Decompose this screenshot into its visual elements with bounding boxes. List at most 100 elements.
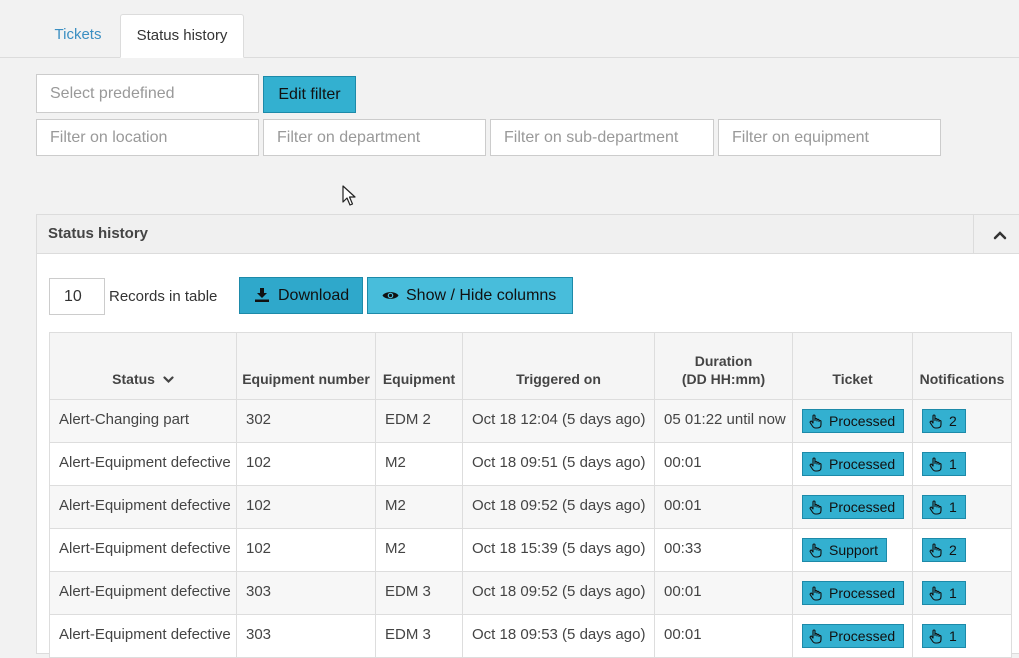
column-header-equipment[interactable]: Equipment	[375, 332, 463, 400]
table-row: Alert-Changing part 302 EDM 2 Oct 18 12:04 …	[49, 399, 1012, 443]
chevron-up-icon	[993, 231, 1007, 240]
show-hide-columns-label: Show / Hide columns	[406, 287, 557, 304]
ticket-button[interactable]: Processed	[802, 581, 905, 605]
cell-status: Alert-Equipment defective	[49, 528, 237, 572]
cell-notifications: 2	[912, 399, 1012, 443]
status-history-panel: Status history Records in table Download…	[36, 214, 1019, 658]
tab-tickets[interactable]: Tickets	[38, 14, 118, 57]
cell-triggered-on: Oct 18 09:53 (5 days ago)	[462, 614, 655, 658]
cell-duration: 00:01	[654, 614, 793, 658]
download-label: Download	[278, 287, 350, 304]
hand-pointer-icon	[809, 585, 822, 601]
ticket-button[interactable]: Processed	[802, 409, 905, 433]
cell-equipment-number: 302	[236, 399, 376, 443]
ticket-button[interactable]: Processed	[802, 495, 905, 519]
cell-equipment-number: 102	[236, 485, 376, 529]
table-header-row: Status Equipment number Equipment Trigge…	[49, 332, 1012, 400]
cell-duration: 00:01	[654, 485, 793, 529]
notifications-button[interactable]: 1	[922, 495, 966, 519]
ticket-label: Processed	[829, 628, 896, 644]
select-predefined-input[interactable]	[36, 74, 259, 113]
hand-pointer-icon	[809, 456, 822, 472]
cell-status: Alert-Equipment defective	[49, 442, 237, 486]
cell-triggered-on: Oct 18 09:52 (5 days ago)	[462, 485, 655, 529]
table-row: Alert-Equipment defective 102 M2 Oct 18 15:…	[49, 528, 1012, 572]
edit-filter-button[interactable]: Edit filter	[263, 76, 356, 113]
cell-duration: 05 01:22 until now	[654, 399, 793, 443]
cell-duration: 00:01	[654, 442, 793, 486]
hand-pointer-icon	[809, 413, 822, 429]
cell-ticket: Processed	[792, 442, 913, 486]
column-header-ticket[interactable]: Ticket	[792, 332, 913, 400]
cell-status: Alert-Equipment defective	[49, 571, 237, 615]
ticket-label: Processed	[829, 499, 896, 515]
ticket-label: Processed	[829, 413, 896, 429]
cell-ticket: Processed	[792, 485, 913, 529]
column-header-equipment-number[interactable]: Equipment number	[236, 332, 376, 400]
hand-pointer-icon	[929, 628, 942, 644]
notifications-button[interactable]: 2	[922, 409, 966, 433]
column-header-notifications[interactable]: Notifications	[912, 332, 1012, 400]
cell-duration: 00:33	[654, 528, 793, 572]
department-filter-input[interactable]	[263, 119, 486, 156]
equipment-filter-input[interactable]	[718, 119, 941, 156]
cell-triggered-on: Oct 18 09:52 (5 days ago)	[462, 571, 655, 615]
sort-chevron-down-icon	[163, 376, 174, 384]
cell-equipment: EDM 2	[375, 399, 463, 443]
download-button[interactable]: Download	[239, 277, 363, 314]
cell-equipment-number: 102	[236, 528, 376, 572]
tab-status-history[interactable]: Status history	[120, 14, 244, 58]
cell-duration: 00:01	[654, 571, 793, 615]
hand-pointer-icon	[929, 456, 942, 472]
cell-triggered-on: Oct 18 09:51 (5 days ago)	[462, 442, 655, 486]
ticket-button[interactable]: Processed	[802, 624, 905, 648]
hand-pointer-icon	[809, 628, 822, 644]
cell-notifications: 1	[912, 485, 1012, 529]
ticket-button[interactable]: Support	[802, 538, 888, 562]
notifications-button[interactable]: 1	[922, 452, 966, 476]
notifications-button[interactable]: 1	[922, 581, 966, 605]
notifications-button[interactable]: 2	[922, 538, 966, 562]
subdepartment-filter-input[interactable]	[490, 119, 714, 156]
hand-pointer-icon	[809, 499, 822, 515]
cell-equipment: M2	[375, 528, 463, 572]
ticket-label: Processed	[829, 585, 896, 601]
location-filter-input[interactable]	[36, 119, 259, 156]
hand-pointer-icon	[929, 499, 942, 515]
column-header-status[interactable]: Status	[49, 332, 237, 400]
cell-equipment-number: 102	[236, 442, 376, 486]
column-header-duration[interactable]: Duration (DD HH:mm)	[654, 332, 793, 400]
notifications-count: 2	[949, 413, 957, 429]
cell-equipment: EDM 3	[375, 571, 463, 615]
cell-ticket: Processed	[792, 571, 913, 615]
cell-status: Alert-Equipment defective	[49, 485, 237, 529]
table-row: Alert-Equipment defective 303 EDM 3 Oct 18 …	[49, 614, 1012, 658]
cell-notifications: 2	[912, 528, 1012, 572]
cell-equipment: EDM 3	[375, 614, 463, 658]
show-hide-columns-button[interactable]: Show / Hide columns	[367, 277, 573, 314]
collapse-panel-button[interactable]	[973, 215, 1019, 253]
hand-pointer-icon	[809, 542, 822, 558]
cell-notifications: 1	[912, 614, 1012, 658]
notifications-count: 1	[949, 499, 957, 515]
status-history-table: Status Equipment number Equipment Trigge…	[49, 332, 1012, 658]
mouse-cursor-icon	[342, 185, 356, 211]
notifications-count: 1	[949, 456, 957, 472]
panel-header: Status history	[37, 215, 1019, 254]
table-row: Alert-Equipment defective 303 EDM 3 Oct 18 …	[49, 571, 1012, 615]
notifications-button[interactable]: 1	[922, 624, 966, 648]
notifications-count: 2	[949, 542, 957, 558]
panel-title: Status history	[48, 225, 149, 242]
notifications-count: 1	[949, 628, 957, 644]
column-header-triggered-on[interactable]: Triggered on	[462, 332, 655, 400]
hand-pointer-icon	[929, 585, 942, 601]
records-count-input[interactable]	[49, 278, 105, 315]
tab-bar: Tickets Status history	[0, 0, 1019, 58]
table-row: Alert-Equipment defective 102 M2 Oct 18 09:…	[49, 442, 1012, 486]
cell-notifications: 1	[912, 571, 1012, 615]
ticket-button[interactable]: Processed	[802, 452, 905, 476]
eye-icon	[382, 292, 399, 299]
cell-triggered-on: Oct 18 12:04 (5 days ago)	[462, 399, 655, 443]
cell-notifications: 1	[912, 442, 1012, 486]
download-icon	[255, 288, 269, 302]
